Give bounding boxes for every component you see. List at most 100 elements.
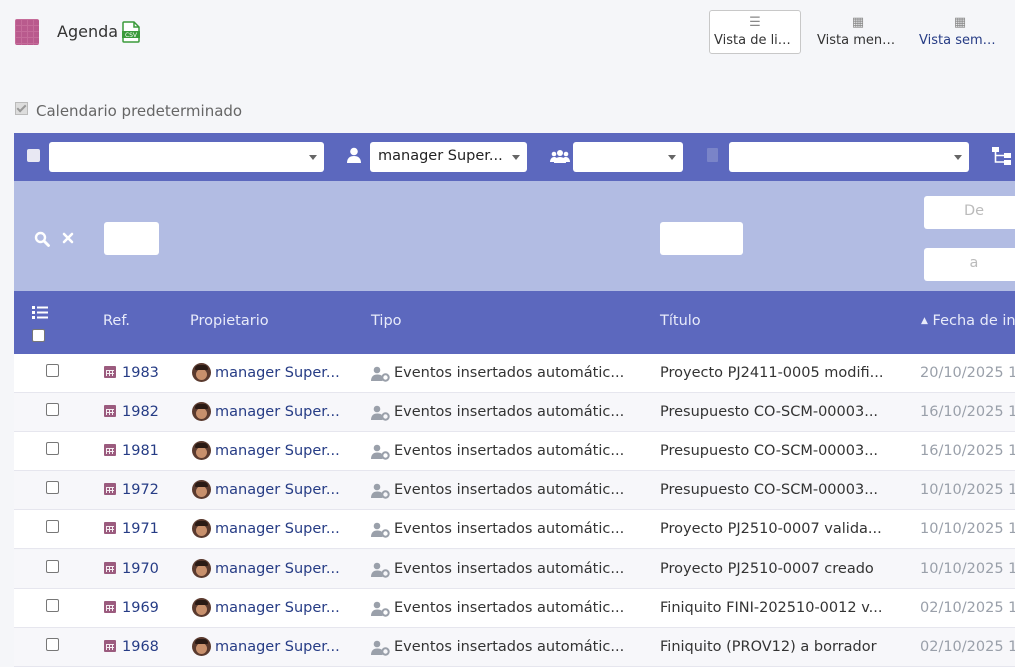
month-view-button[interactable]: ▦ Vista mensual	[812, 10, 904, 54]
default-calendar-toggle[interactable]: Calendario predeterminado	[15, 102, 242, 120]
row-ref: 1970	[122, 561, 159, 577]
row-type: Eventos insertados automátic...	[394, 482, 625, 498]
default-calendar-checkbox[interactable]	[15, 102, 28, 115]
row-ref-link[interactable]: 1970	[104, 561, 179, 577]
column-date-label: Fecha de in	[932, 313, 1015, 329]
row-ref: 1969	[122, 600, 159, 616]
column-date[interactable]: ▲ Fecha de in	[921, 313, 1015, 329]
avatar	[192, 637, 211, 656]
row-checkbox[interactable]	[46, 599, 59, 612]
column-ref[interactable]: Ref.	[103, 313, 130, 329]
type-filter-select[interactable]	[729, 142, 969, 172]
select-all-checkbox[interactable]	[32, 329, 45, 342]
table-row[interactable]: 1968 manager Super... Eventos insertados a…	[14, 628, 1015, 667]
row-ref: 1972	[122, 482, 159, 498]
row-ref-link[interactable]: 1971	[104, 521, 179, 537]
row-owner-link[interactable]: manager Super...	[215, 404, 340, 420]
row-type: Eventos insertados automátic...	[394, 404, 625, 420]
row-owner-link[interactable]: manager Super...	[215, 482, 340, 498]
column-type[interactable]: Tipo	[371, 313, 402, 329]
calendar-week-icon: ▦	[953, 15, 967, 30]
search-row: De a	[14, 181, 1015, 291]
date-from-placeholder: De	[963, 203, 985, 219]
table-row[interactable]: 1971 manager Super... Eventos insertados a…	[14, 510, 1015, 549]
row-ref: 1983	[122, 365, 159, 381]
table-row[interactable]: 1969 manager Super... Eventos insertados a…	[14, 589, 1015, 628]
table-row[interactable]: 1983 manager Super... Eventos insertados a…	[14, 354, 1015, 393]
calendar-filter-select[interactable]	[49, 142, 324, 172]
group-icon	[550, 150, 570, 163]
row-owner-link[interactable]: manager Super...	[215, 639, 340, 655]
row-ref-link[interactable]: 1983	[104, 365, 179, 381]
date-from-input[interactable]: De	[924, 196, 1015, 229]
row-date: 10/10/2025 16	[920, 521, 1015, 537]
row-ref-link[interactable]: 1982	[104, 404, 179, 420]
column-owner[interactable]: Propietario	[190, 313, 269, 329]
row-type: Eventos insertados automátic...	[394, 365, 625, 381]
row-ref: 1981	[122, 443, 159, 459]
week-view-label: Vista semanal	[919, 33, 1005, 48]
search-icon[interactable]	[34, 231, 50, 247]
user-icon	[347, 147, 361, 163]
date-to-placeholder: a	[969, 255, 979, 271]
user-gear-icon	[371, 483, 390, 499]
row-ref-link[interactable]: 1969	[104, 600, 179, 616]
month-view-label: Vista mensual	[817, 33, 903, 48]
ref-search-input[interactable]	[104, 222, 159, 255]
row-owner-link[interactable]: manager Super...	[215, 443, 340, 459]
row-checkbox[interactable]	[46, 520, 59, 533]
group-filter-select[interactable]	[573, 142, 683, 172]
avatar	[192, 598, 211, 617]
row-ref: 1968	[122, 639, 159, 655]
chevron-down-icon	[668, 155, 676, 160]
list-view-label: Vista de listado	[714, 33, 800, 48]
agenda-app-icon	[15, 19, 39, 45]
row-ref-link[interactable]: 1981	[104, 443, 179, 459]
page-title: Agenda	[57, 22, 119, 41]
filter-checkbox[interactable]	[27, 149, 40, 162]
calendar-icon	[104, 562, 116, 574]
clear-filter-icon[interactable]	[62, 232, 74, 244]
table-row[interactable]: 1972 manager Super... Eventos insertados a…	[14, 471, 1015, 510]
hierarchy-icon[interactable]	[992, 147, 1012, 165]
default-calendar-label: Calendario predeterminado	[36, 102, 243, 120]
row-owner-link[interactable]: manager Super...	[215, 561, 340, 577]
row-owner-link[interactable]: manager Super...	[215, 600, 340, 616]
row-ref: 1971	[122, 521, 159, 537]
row-checkbox[interactable]	[46, 560, 59, 573]
row-checkbox[interactable]	[46, 403, 59, 416]
row-owner-link[interactable]: manager Super...	[215, 521, 340, 537]
row-checkbox[interactable]	[46, 638, 59, 651]
avatar	[192, 363, 211, 382]
row-title: Proyecto PJ2510-0007 valida...	[660, 521, 882, 537]
row-title: Finiquito (PROV12) a borrador	[660, 639, 877, 655]
user-gear-icon	[371, 562, 390, 578]
csv-export-icon[interactable]: CSV	[121, 21, 141, 43]
row-checkbox[interactable]	[46, 481, 59, 494]
row-checkbox[interactable]	[46, 442, 59, 455]
row-date: 16/10/2025 15	[920, 443, 1015, 459]
user-gear-icon	[371, 366, 390, 382]
row-type: Eventos insertados automátic...	[394, 639, 625, 655]
list-icon: ☰	[749, 15, 761, 30]
sort-asc-icon: ▲	[921, 316, 928, 326]
row-checkbox[interactable]	[46, 364, 59, 377]
table-row[interactable]: 1981 manager Super... Eventos insertados a…	[14, 432, 1015, 471]
row-ref-link[interactable]: 1972	[104, 482, 179, 498]
list-view-button[interactable]: ☰ Vista de listado	[709, 10, 801, 54]
column-title[interactable]: Título	[660, 313, 701, 329]
title-search-input[interactable]	[660, 222, 743, 255]
row-type: Eventos insertados automátic...	[394, 443, 625, 459]
user-filter-select[interactable]: manager Super...	[370, 142, 527, 172]
row-title: Finiquito FINI-202510-0012 v...	[660, 600, 883, 616]
table-row[interactable]: 1982 manager Super... Eventos insertados a…	[14, 393, 1015, 432]
week-view-button[interactable]: ▦ Vista semanal	[914, 10, 1006, 54]
svg-text:CSV: CSV	[125, 32, 138, 39]
row-owner-link[interactable]: manager Super...	[215, 365, 340, 381]
avatar	[192, 480, 211, 499]
calendar-icon	[104, 522, 116, 534]
row-ref-link[interactable]: 1968	[104, 639, 179, 655]
table-row[interactable]: 1970 manager Super... Eventos insertados a…	[14, 550, 1015, 589]
column-list-icon[interactable]	[32, 306, 48, 319]
date-to-input[interactable]: a	[924, 248, 1015, 281]
